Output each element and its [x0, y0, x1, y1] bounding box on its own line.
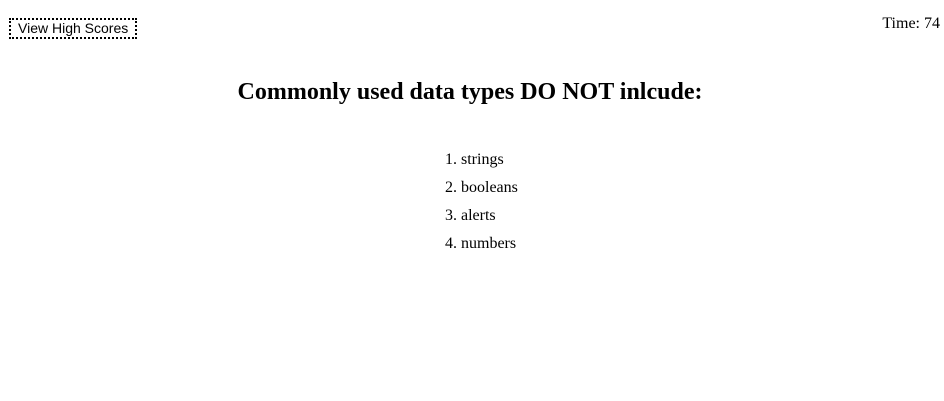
timer-value: 74: [924, 15, 940, 32]
choice-label: alerts: [461, 207, 496, 224]
timer-label: Time:: [882, 15, 920, 32]
choice-number: 3.: [445, 207, 457, 224]
choice-number: 2.: [445, 179, 457, 196]
answer-choice[interactable]: 3. alerts: [445, 206, 518, 226]
choice-label: numbers: [461, 235, 517, 252]
timer: Time: 74: [882, 14, 940, 33]
answer-choice[interactable]: 2. booleans: [445, 178, 518, 198]
choice-label: booleans: [461, 179, 518, 196]
choice-number: 4.: [445, 235, 457, 252]
quiz-page: View High Scores Time: 74 Commonly used …: [0, 0, 944, 401]
choice-label: strings: [461, 151, 504, 168]
choice-number: 1.: [445, 151, 457, 168]
view-high-scores-button[interactable]: View High Scores: [9, 18, 138, 39]
answer-choice[interactable]: 4. numbers: [445, 234, 518, 254]
answer-choice[interactable]: 1. strings: [445, 150, 518, 170]
answer-choices: 1. strings 2. booleans 3. alerts 4. numb…: [445, 150, 518, 262]
question-title: Commonly used data types DO NOT inlcude:: [237, 79, 703, 105]
